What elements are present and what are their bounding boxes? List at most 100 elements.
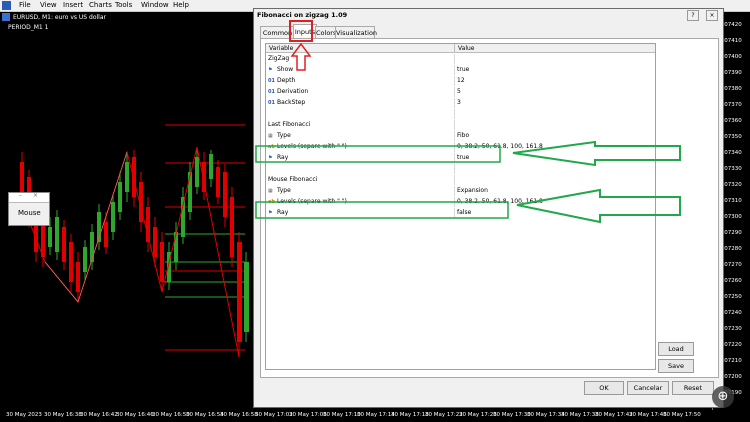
integer-icon: 01: [268, 100, 275, 106]
time-label: 30 May 17:10: [323, 412, 361, 418]
column-header-variable[interactable]: Variable: [266, 44, 454, 53]
tab-inputs[interactable]: Inputs: [293, 24, 317, 39]
help-button[interactable]: ?: [687, 10, 699, 21]
inputs-table[interactable]: Variable Value ZigZag ⚑ Show true 01 Depth 1…: [265, 43, 656, 370]
close-button[interactable]: ×: [706, 10, 718, 21]
time-label: 30 May 17:50: [663, 412, 701, 418]
dialog-title: Fibonacci on zigzag 1.09: [257, 11, 348, 19]
time-label: 30 May 17:22: [425, 412, 463, 418]
chart-period: PERIOD_M1 1: [8, 24, 49, 31]
variable-value[interactable]: 0, 38.2, 50, 61.8, 100, 161.8: [457, 142, 543, 152]
table-row[interactable]: ZigZag: [266, 54, 655, 64]
chart-window-icon: [2, 13, 10, 21]
mouse-panel-titlebar[interactable]: – ×: [9, 192, 49, 203]
enum-icon: ▦: [268, 133, 273, 139]
close-icon[interactable]: ×: [33, 192, 38, 199]
time-label: 30 May 16:54: [186, 412, 224, 418]
flag-icon: ⚑: [268, 210, 273, 216]
group-label: Mouse Fibonacci: [268, 176, 318, 183]
time-label: 30 May 17:26: [459, 412, 497, 418]
mouse-label[interactable]: Mouse: [18, 209, 41, 217]
time-label: 30 May 17:06: [289, 412, 327, 418]
flag-icon: ⚑: [268, 155, 273, 161]
table-row[interactable]: ⚑ Ray false: [266, 208, 655, 218]
integer-icon: 01: [268, 89, 275, 95]
variable-name: Derivation: [277, 88, 309, 95]
menu-file[interactable]: File: [19, 1, 31, 9]
variable-name: Levels (separe with " "): [277, 143, 347, 150]
minimize-icon[interactable]: –: [19, 192, 22, 199]
variable-value[interactable]: false: [457, 208, 471, 218]
magnifier-icon[interactable]: ⊕: [712, 386, 734, 408]
string-icon: ab: [268, 199, 275, 205]
variable-value[interactable]: Fibo: [457, 131, 469, 141]
enum-icon: ▦: [268, 188, 273, 194]
cancel-button[interactable]: Cancelar: [627, 381, 669, 395]
variable-value[interactable]: 3: [457, 98, 461, 108]
load-button[interactable]: Load: [658, 342, 694, 356]
time-label: 30 May 17:30: [493, 412, 531, 418]
time-label: 30 May 17:46: [629, 412, 667, 418]
variable-value[interactable]: 12: [457, 76, 465, 86]
ok-button[interactable]: OK: [584, 381, 624, 395]
variable-name: Type: [277, 187, 291, 194]
flag-icon: ⚑: [268, 67, 273, 73]
variable-name: Levels (separe with " "): [277, 198, 347, 205]
time-label: 30 May 17:38: [561, 412, 599, 418]
save-button[interactable]: Save: [658, 359, 694, 373]
variable-name: Show: [277, 66, 294, 73]
time-label: 30 May 17:42: [595, 412, 633, 418]
variable-value[interactable]: Expansion: [457, 186, 488, 196]
time-label: 30 May 2023: [6, 412, 42, 418]
menu-insert[interactable]: Insert: [63, 1, 83, 9]
reset-button[interactable]: Reset: [672, 381, 714, 395]
table-row[interactable]: ab Levels (separe with " ") 0, 38.2, 50, 6…: [266, 142, 655, 152]
table-row[interactable]: Mouse Fibonacci: [266, 175, 655, 185]
time-label: 30 May 16:50: [152, 412, 190, 418]
table-row[interactable]: ⚑ Show true: [266, 65, 655, 75]
table-row: [266, 164, 655, 174]
table-row[interactable]: ab Levels (separe with " ") 0, 38.2, 50, 6…: [266, 197, 655, 207]
table-row[interactable]: 01 Depth 12: [266, 76, 655, 86]
inputs-pane: Variable Value ZigZag ⚑ Show true 01 Depth 1…: [260, 38, 719, 378]
indicator-properties-dialog: Fibonacci on zigzag 1.09 ? × Common Inpu…: [253, 8, 724, 408]
table-row[interactable]: 01 Derivation 5: [266, 87, 655, 97]
time-label: 30 May 17:18: [391, 412, 429, 418]
time-label: 30 May 16:42: [80, 412, 118, 418]
mouse-panel[interactable]: – × Mouse: [8, 192, 50, 226]
candles: [20, 147, 249, 357]
variable-name: Depth: [277, 77, 296, 84]
column-header-value[interactable]: Value: [454, 44, 655, 53]
menu-view[interactable]: View: [40, 1, 57, 9]
variable-value[interactable]: true: [457, 153, 469, 163]
menu-window[interactable]: Window: [141, 1, 169, 9]
table-row[interactable]: 01 BackStep 3: [266, 98, 655, 108]
integer-icon: 01: [268, 78, 275, 84]
variable-value[interactable]: 5: [457, 87, 461, 97]
table-row[interactable]: Last Fibonacci: [266, 120, 655, 130]
time-label: 30 May 17:02: [255, 412, 293, 418]
variable-name: Type: [277, 132, 291, 139]
table-row[interactable]: ▦ Type Fibo: [266, 131, 655, 141]
group-label: ZigZag: [268, 55, 290, 62]
variable-value[interactable]: true: [457, 65, 469, 75]
variable-name: Ray: [277, 209, 289, 216]
dialog-titlebar[interactable]: Fibonacci on zigzag 1.09 ? ×: [254, 9, 723, 21]
table-row[interactable]: ▦ Type Expansion: [266, 186, 655, 196]
menu-tools[interactable]: Tools: [115, 1, 132, 9]
menu-help[interactable]: Help: [173, 1, 189, 9]
table-row[interactable]: ⚑ Ray true: [266, 153, 655, 163]
time-label: 30 May 16:58: [220, 412, 258, 418]
time-label: 30 May 16:38: [44, 412, 82, 418]
menu-charts[interactable]: Charts: [89, 1, 112, 9]
string-icon: ab: [268, 144, 275, 150]
variable-value[interactable]: 0, 38.2, 50, 61.8, 100, 161.8: [457, 197, 543, 207]
group-label: Last Fibonacci: [268, 121, 311, 128]
time-label: 30 May 16:46: [116, 412, 154, 418]
time-label: 30 May 17:34: [527, 412, 565, 418]
time-label: 30 May 17:14: [357, 412, 395, 418]
variable-name: BackStep: [277, 99, 306, 106]
variable-name: Ray: [277, 154, 289, 161]
table-row: [266, 109, 655, 119]
zigzag-line: [19, 146, 240, 358]
